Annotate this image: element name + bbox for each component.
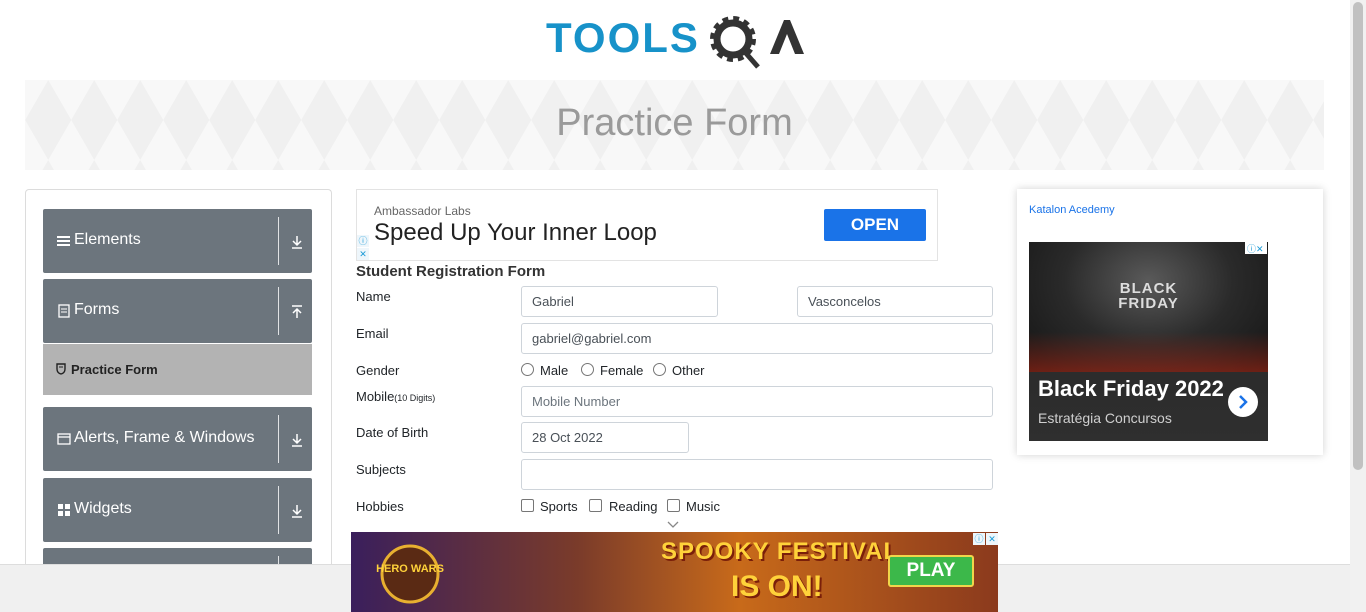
download-arrow-icon[interactable] [291,235,303,249]
decor [1029,332,1268,372]
page-title: Practice Form [556,102,793,144]
ad-info-icon[interactable]: ⓘ [973,533,985,545]
sidebar-group-alerts[interactable]: Alerts, Frame & Windows [43,407,312,471]
hobby-option-label[interactable]: Sports [540,499,578,514]
gender-radio-female[interactable] [581,363,594,376]
mobile-hint: (10 Digits) [394,393,436,403]
bottom-bar-right [998,564,1350,612]
sidebar-group-elements[interactable]: Elements [43,209,312,273]
sidebar-item-label: Practice Form [71,362,158,377]
hobby-checkbox-sports[interactable] [521,499,534,512]
gender-option-label[interactable]: Male [540,363,568,378]
download-arrow-icon[interactable] [291,504,303,518]
window-icon [57,433,71,445]
broken-image-link[interactable]: Katalon Acedemy [1029,204,1115,216]
svg-text:TOOLS: TOOLS [546,14,700,61]
first-name-input[interactable]: Gabriel [521,286,718,317]
sidebar-group-label: Alerts, Frame & Windows [74,429,255,446]
scrollbar-thumb[interactable] [1353,2,1363,470]
form-title: Student Registration Form [356,263,546,280]
shield-icon [56,363,66,375]
scrollbar[interactable] [1350,0,1366,612]
menu-icon [57,236,70,246]
page-banner: Practice Form [25,80,1324,170]
ad-close-icon[interactable]: ⓘ✕ [1245,242,1267,254]
subjects-input[interactable] [521,459,993,490]
download-arrow-icon[interactable] [291,433,303,447]
ad-title: Black Friday 2022 [1038,376,1224,401]
ad-arrow-button[interactable] [1228,387,1258,417]
ad-close-icon[interactable]: ✕ [357,248,369,260]
hobby-option-label[interactable]: Reading [609,499,657,514]
mobile-input[interactable]: Mobile Number [521,386,993,417]
sidebar-group-label: Forms [74,301,120,318]
document-icon [58,304,70,318]
sidebar-group-label: Widgets [74,500,132,517]
hobby-checkbox-music[interactable] [667,499,680,512]
hobbies-label: Hobbies [356,499,404,514]
divider [278,287,279,335]
gender-label: Gender [356,363,400,378]
mobile-label-text: Mobile [356,389,395,404]
ad-art-text: FRIDAY [1118,295,1179,312]
divider [278,415,279,463]
subjects-label: Subjects [356,462,406,477]
dob-label: Date of Birth [356,425,429,440]
ad-subtitle: Estratégia Concursos [1038,410,1172,426]
gender-radio-other[interactable] [653,363,666,376]
divider [278,217,279,265]
svg-text:ⓘ✕: ⓘ✕ [1247,244,1264,254]
chevron-right-icon [1239,395,1248,409]
sidebar-group-widgets[interactable]: Widgets [43,478,312,542]
last-name-input[interactable]: Vasconcelos [797,286,993,317]
name-label: Name [356,289,391,304]
email-label: Email [356,326,389,341]
divider [278,486,279,534]
date-of-birth-input[interactable]: 28 Oct 2022 [521,422,689,453]
bottom-bar-left [0,564,351,612]
toolsqa-logo[interactable]: TOOLS [546,12,806,72]
widgets-icon [58,504,70,516]
gender-radio-male[interactable] [521,363,534,376]
page: TOOLS Practice Form Elements Forms Pract… [0,0,1366,612]
ad-image: BLACK FRIDAY [1029,242,1268,372]
hobby-option-label[interactable]: Music [686,499,720,514]
hero-wars-logo: HERO WARS [376,544,444,604]
upload-arrow-icon[interactable] [291,305,303,319]
ad-banner-top[interactable]: Ambassador Labs Speed Up Your Inner Loop… [356,189,938,261]
ad-sidebar-right[interactable]: Katalon Acedemy BLACK FRIDAY Black Frida… [1017,189,1323,455]
sidebar-group-label: Elements [74,231,141,248]
ad-bottom-line2: IS ON! [731,570,823,603]
mobile-label: Mobile(10 Digits) [356,389,435,404]
sidebar-item-practice-form[interactable]: Practice Form [43,344,312,395]
ad-info-icon[interactable]: ⓘ [357,235,369,247]
gender-option-label[interactable]: Other [672,363,705,378]
gender-option-label[interactable]: Female [600,363,643,378]
ad-close-icon[interactable]: ✕ [986,533,998,545]
play-button[interactable]: PLAY [888,555,974,587]
ad-banner-bottom[interactable]: HERO WARS SPOOKY FESTIVAL IS ON! PLAY ⓘ … [351,532,998,612]
hobby-checkbox-reading[interactable] [589,499,602,512]
ad-black-friday[interactable]: BLACK FRIDAY Black Friday 2022 Estratégi… [1029,242,1268,441]
email-input[interactable]: gabriel@gabriel.com [521,323,993,354]
sidebar-group-forms[interactable]: Forms [43,279,312,343]
ad-bottom-line1: SPOOKY FESTIVAL [661,538,900,565]
ad-sponsor: Ambassador Labs [374,204,471,218]
chevron-down-icon[interactable] [667,521,679,529]
hero-wars-brand-text: HERO WARS [376,563,444,575]
ad-open-button[interactable]: OPEN [824,209,926,241]
ad-headline[interactable]: Speed Up Your Inner Loop [374,219,657,247]
